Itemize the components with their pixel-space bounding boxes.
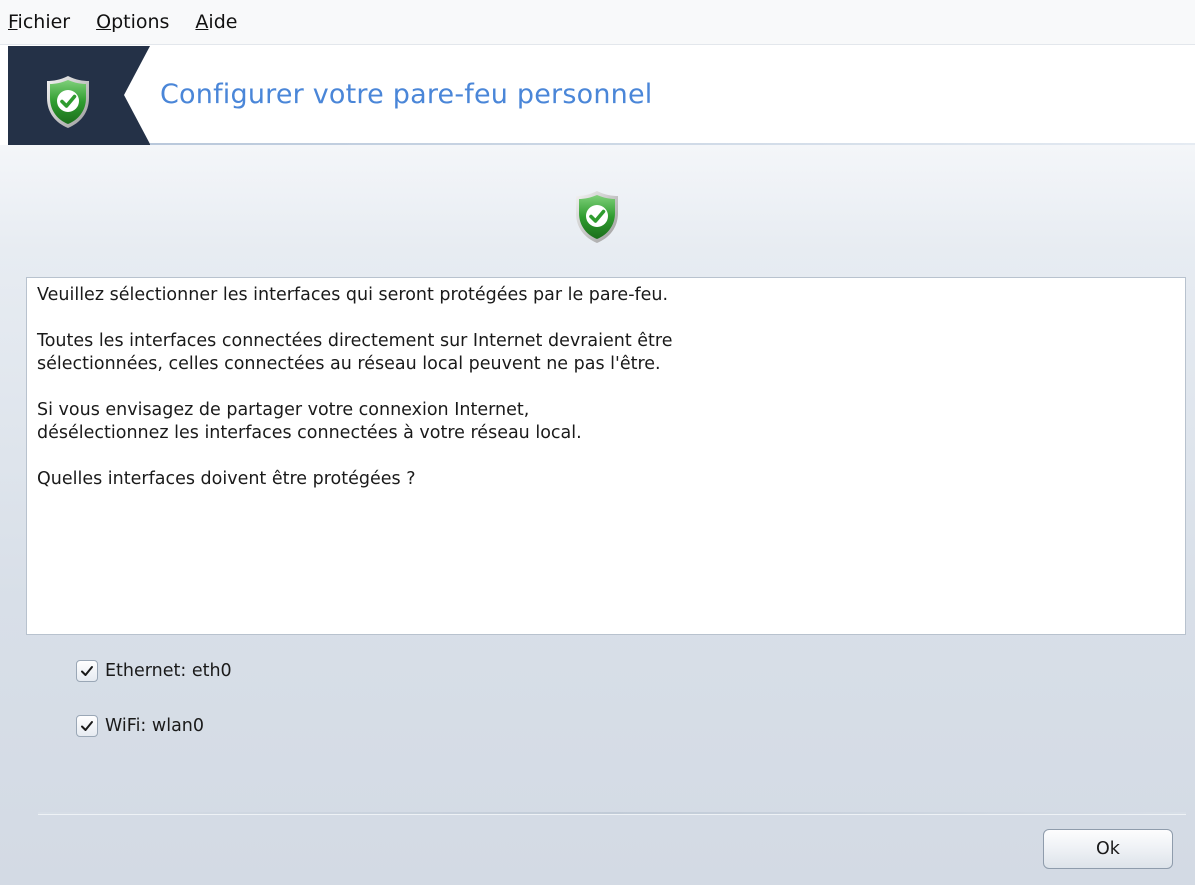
firewall-config-window: Fichier Options Aide Configurer votre pa…	[0, 0, 1195, 885]
checkbox[interactable]	[76, 660, 98, 682]
menu-bar: Fichier Options Aide	[0, 0, 1195, 44]
menu-options-mnemonic: O	[96, 11, 112, 33]
menu-aide-label: ide	[208, 11, 238, 33]
menu-options[interactable]: Options	[96, 11, 169, 33]
message-paragraph: Veuillez sélectionner les interfaces qui…	[37, 285, 669, 305]
message-paragraph: Toutes les interfaces connectées directe…	[37, 331, 673, 374]
interface-checkbox-wlan0[interactable]: WiFi: wlan0	[76, 715, 204, 737]
interface-checkbox-eth0[interactable]: Ethernet: eth0	[76, 660, 232, 682]
message-paragraph: Quelles interfaces doivent être protégée…	[37, 469, 416, 489]
interface-label: Ethernet: eth0	[105, 661, 232, 681]
banner-divider	[150, 143, 1195, 145]
checkmark-icon	[81, 721, 93, 731]
menu-aide[interactable]: Aide	[195, 11, 237, 33]
ok-button[interactable]: Ok	[1043, 829, 1173, 869]
message-text-area[interactable]: Veuillez sélectionner les interfaces qui…	[26, 277, 1186, 635]
menu-fichier[interactable]: Fichier	[8, 11, 70, 33]
menu-options-label: ptions	[111, 11, 170, 33]
checkbox[interactable]	[76, 715, 98, 737]
checkmark-icon	[81, 666, 93, 676]
interface-label: WiFi: wlan0	[105, 716, 205, 736]
page-title: Configurer votre pare-feu personnel	[160, 79, 653, 110]
header-banner: Configurer votre pare-feu personnel	[0, 44, 1195, 145]
menu-aide-mnemonic: A	[195, 11, 209, 33]
shield-check-icon	[576, 191, 618, 243]
message-paragraph: Si vous envisagez de partager votre conn…	[37, 400, 582, 443]
shield-check-icon	[47, 76, 89, 128]
button-area-divider	[38, 812, 1186, 815]
menu-fichier-label: ichier	[17, 11, 71, 33]
menu-fichier-mnemonic: F	[8, 11, 18, 33]
banner-notch	[124, 46, 150, 144]
